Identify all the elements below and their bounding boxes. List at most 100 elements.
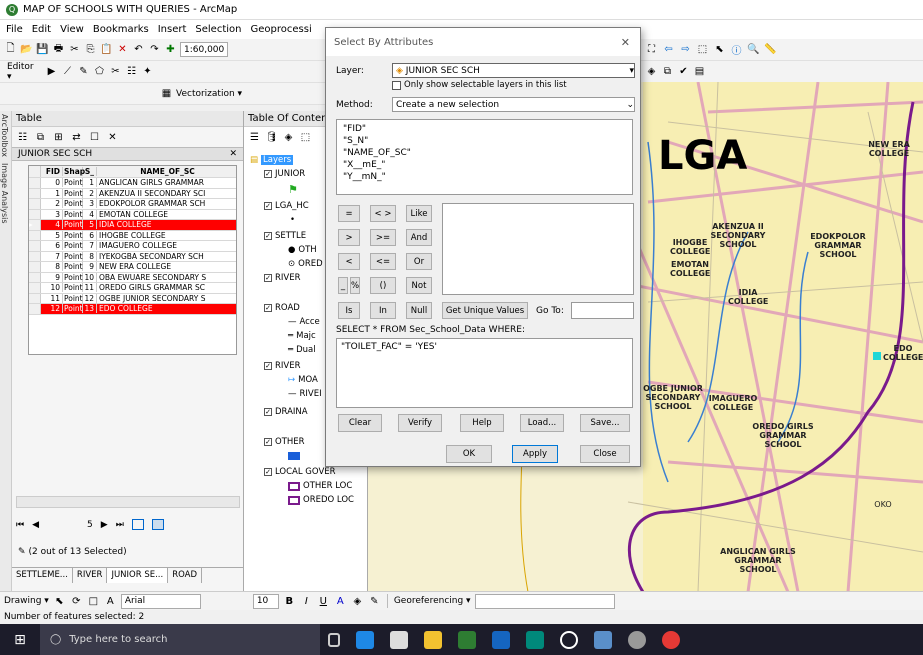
table-options-icon[interactable]: ☷ xyxy=(16,131,29,144)
file-explorer-icon[interactable] xyxy=(424,630,442,649)
show-all-icon[interactable] xyxy=(131,519,144,530)
dialog-close-icon[interactable]: ✕ xyxy=(621,36,630,49)
table-row[interactable]: 1 Point 2 AKENZUA II SECONDARY SCI xyxy=(29,188,236,199)
edit-tool-icon[interactable]: ▶ xyxy=(45,65,58,78)
op-gte-button[interactable]: >= xyxy=(370,229,396,246)
tab-river[interactable]: RIVER xyxy=(73,568,108,583)
close-button[interactable]: Close xyxy=(580,445,630,463)
field-item[interactable]: "X__mE_" xyxy=(343,159,626,171)
horizontal-scrollbar[interactable] xyxy=(16,496,240,508)
menu-edit[interactable]: Edit xyxy=(32,24,51,35)
app-icon-gray[interactable] xyxy=(628,630,646,649)
last-record-icon[interactable]: ⏭ xyxy=(116,520,124,530)
layer-checkbox[interactable]: ✓ xyxy=(264,438,272,446)
sketch-tool-icon[interactable]: ⟋ xyxy=(61,65,74,78)
op-in-button[interactable]: In xyxy=(370,302,396,319)
expression-textarea[interactable]: "TOILET_FAC" = 'YES' xyxy=(336,338,633,408)
italic-icon[interactable]: I xyxy=(300,595,313,608)
toc-layer-road[interactable]: ✓ ROAD xyxy=(264,303,300,313)
image-analysis-tab[interactable]: Image Analysis xyxy=(0,160,9,227)
table-row[interactable]: 2 Point 3 EDOKPOLOR GRAMMAR SCH xyxy=(29,199,236,210)
print-icon[interactable]: 🖶 xyxy=(52,43,65,56)
table-row[interactable]: 0 Point 1 ANGLICAN GIRLS GRAMMAR xyxy=(29,178,236,189)
list-by-visibility-icon[interactable]: ◈ xyxy=(282,131,295,144)
op-is-button[interactable]: Is xyxy=(338,302,360,319)
toc-layer-settlement[interactable]: ✓ SETTLE xyxy=(264,231,306,241)
app-icon-circle[interactable] xyxy=(560,630,578,649)
get-unique-values-button[interactable]: Get Unique Values xyxy=(442,302,528,319)
georef-layer-combo[interactable] xyxy=(474,593,615,609)
list-by-drawing-icon[interactable]: ☰ xyxy=(248,131,261,144)
clear-button[interactable]: Clear xyxy=(338,414,382,432)
topology-icon[interactable]: ⧉ xyxy=(661,65,674,78)
forward-icon[interactable]: ⇨ xyxy=(679,43,692,56)
field-item[interactable]: "FID" xyxy=(343,123,626,135)
select-by-attributes-icon[interactable]: ⊞ xyxy=(52,131,65,144)
tab-settlement[interactable]: SETTLEME... xyxy=(12,568,73,583)
menu-geoprocessing[interactable]: Geoprocessi xyxy=(251,24,312,35)
op-lt-button[interactable]: < xyxy=(338,253,360,270)
field-item[interactable]: "NAME_OF_SC" xyxy=(343,147,626,159)
ok-button[interactable]: OK xyxy=(446,445,492,463)
op-and-button[interactable]: And xyxy=(406,229,432,246)
new-icon[interactable]: 🗋 xyxy=(4,43,17,56)
load-button[interactable]: Load... xyxy=(520,414,564,432)
list-by-source-icon[interactable]: 🛢 xyxy=(265,131,278,144)
layer-checkbox[interactable]: ✓ xyxy=(264,362,272,370)
clear-selection-icon[interactable]: ☐ xyxy=(88,131,101,144)
op-not-equal-button[interactable]: < > xyxy=(370,205,396,222)
help-button[interactable]: Help xyxy=(460,414,504,432)
fill-color-icon[interactable]: ◈ xyxy=(351,595,364,608)
sketch-finish-icon[interactable]: ✔ xyxy=(677,65,690,78)
field-item[interactable]: "Y__mN_" xyxy=(343,171,626,183)
field-item[interactable]: "S_N" xyxy=(343,135,626,147)
scale-combo[interactable]: 1:60,000 xyxy=(180,42,228,57)
table-row[interactable]: ▸ 4 Point 5 IDIA COLLEGE xyxy=(29,220,236,231)
rotate-icon[interactable]: ⟳ xyxy=(70,595,83,608)
op-like-button[interactable]: Like xyxy=(406,205,432,222)
table-row[interactable]: 7 Point 8 IYEKOGBA SECONDARY SCH xyxy=(29,251,236,262)
tab-road[interactable]: ROAD xyxy=(168,568,203,583)
font-color-icon[interactable]: A xyxy=(334,595,347,608)
save-button[interactable]: Save... xyxy=(580,414,630,432)
select-element-icon[interactable]: ⬉ xyxy=(713,43,726,56)
polygon-icon[interactable]: ⬠ xyxy=(93,65,106,78)
next-record-icon[interactable]: ▶ xyxy=(101,520,108,530)
col-fid[interactable]: FID xyxy=(41,167,63,176)
table-row[interactable]: 8 Point 9 NEW ERA COLLEGE xyxy=(29,262,236,273)
method-select[interactable]: Create a new selection ⌄ xyxy=(392,97,635,112)
find-icon[interactable]: 🔍 xyxy=(747,43,760,56)
table-row[interactable]: 6 Point 7 IMAGUERO COLLEGE xyxy=(29,241,236,252)
table-row[interactable]: 9 Point 10 OBA EWUARE SECONDARY S xyxy=(29,272,236,283)
windows-start-icon[interactable]: ⊞ xyxy=(0,632,40,648)
arcmap-taskbar-icon[interactable] xyxy=(594,630,612,649)
drawing-menu[interactable]: Drawing ▾ xyxy=(4,596,49,606)
goto-input[interactable] xyxy=(571,302,634,319)
save-icon[interactable]: 💾 xyxy=(36,43,49,56)
apply-button[interactable]: Apply xyxy=(512,445,558,463)
layer-checkbox[interactable]: ✓ xyxy=(264,408,272,416)
select-elements-icon[interactable]: ⬉ xyxy=(53,595,66,608)
prev-record-icon[interactable]: ◀ xyxy=(32,520,39,530)
table-row[interactable]: 12 Point 13 EDO COLLEGE xyxy=(29,304,236,315)
underline-icon[interactable]: U xyxy=(317,595,330,608)
chrome-icon[interactable] xyxy=(662,630,680,649)
related-tables-icon[interactable]: ⧉ xyxy=(34,131,47,144)
first-record-icon[interactable]: ⏮ xyxy=(16,520,24,530)
menu-insert[interactable]: Insert xyxy=(158,24,187,35)
layer-checkbox[interactable]: ✓ xyxy=(264,304,272,312)
table-row[interactable]: 5 Point 6 IHOGBE COLLEGE xyxy=(29,230,236,241)
col-s[interactable]: S_ xyxy=(83,167,97,176)
paste-icon[interactable]: 📋 xyxy=(100,43,113,56)
op-or-button[interactable]: Or xyxy=(406,253,432,270)
toc-layer-local-govt[interactable]: ✓ LOCAL GOVER xyxy=(264,467,336,477)
op-percent-button[interactable]: % xyxy=(350,277,360,294)
toc-layer-lga[interactable]: ✓ LGA_HC xyxy=(264,201,309,211)
col-shape[interactable]: Shap xyxy=(63,167,85,176)
toc-layer-river[interactable]: ✓ RIVER xyxy=(264,273,301,283)
add-data-icon[interactable]: ✚ xyxy=(164,43,177,56)
app-icon-blue[interactable] xyxy=(492,630,510,649)
select-features-icon[interactable]: ⬚ xyxy=(696,43,709,56)
line-color-icon[interactable]: ✎ xyxy=(368,595,381,608)
app-icon-teal[interactable] xyxy=(526,630,544,649)
